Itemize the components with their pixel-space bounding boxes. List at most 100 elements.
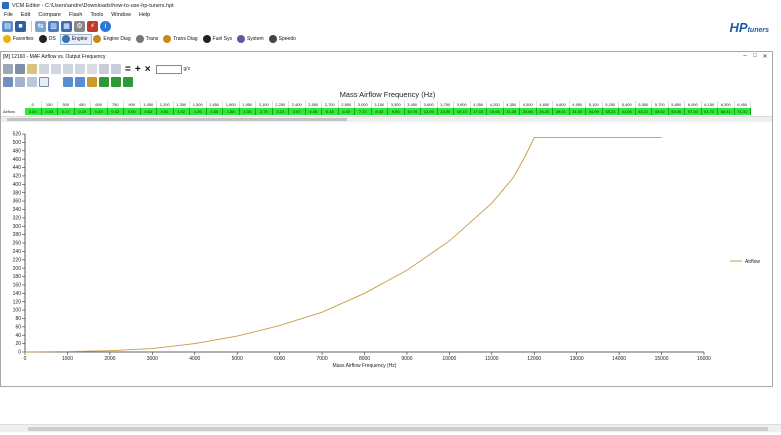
table-horizontal-scrollbar[interactable]	[1, 116, 772, 122]
interpolate-all-icon[interactable]	[99, 77, 109, 87]
interpolate-v-icon[interactable]	[75, 77, 85, 87]
smooth-icon[interactable]	[87, 77, 97, 87]
paste-table-icon[interactable]	[111, 64, 121, 74]
flash-icon[interactable]: ⚡	[87, 20, 98, 32]
table-cell[interactable]: 31.92	[569, 108, 586, 115]
tab-engine[interactable]: Engine	[59, 33, 93, 45]
table-cell[interactable]: 66.41	[718, 108, 735, 115]
select-icon[interactable]	[63, 64, 73, 74]
table-cell[interactable]: 23.66	[520, 108, 537, 115]
menu-compare[interactable]: Compare	[34, 12, 65, 18]
table-cell[interactable]: 21.26	[503, 108, 520, 115]
table-cell[interactable]: 17.03	[470, 108, 487, 115]
minimize-icon[interactable]: –	[740, 52, 750, 60]
tab-trans-diag[interactable]: Trans Diag	[162, 34, 201, 45]
fill-icon[interactable]	[75, 64, 85, 74]
table-scroll-thumb[interactable]	[7, 118, 347, 121]
refresh-icon[interactable]	[87, 64, 97, 74]
tab-favorites[interactable]: Favorites	[2, 34, 38, 45]
table-cell[interactable]: 2.30	[239, 108, 256, 115]
table-cell[interactable]: 0.25	[74, 108, 91, 115]
table-cell[interactable]: 0.50	[124, 108, 141, 115]
table-cell[interactable]: 45.21	[635, 108, 652, 115]
menu-file[interactable]: File	[0, 12, 17, 18]
table-cell[interactable]: 19.06	[487, 108, 504, 115]
close-icon[interactable]: ✕	[760, 52, 770, 60]
table-cell[interactable]: 57.20	[685, 108, 702, 115]
table-cell[interactable]: 1.02	[173, 108, 190, 115]
table-cell[interactable]: 34.99	[586, 108, 603, 115]
table-cell[interactable]: 4.48	[305, 108, 322, 115]
menu-tools[interactable]: Tools	[86, 12, 107, 18]
table-cell[interactable]: 61.72	[701, 108, 718, 115]
table-cell[interactable]: 1.55	[206, 108, 223, 115]
add-icon[interactable]: +	[135, 64, 141, 75]
menu-window[interactable]: Window	[107, 12, 135, 18]
paste-icon[interactable]	[27, 64, 37, 74]
print-icon[interactable]	[15, 64, 25, 74]
connect-icon[interactable]: ⚙	[74, 20, 85, 32]
tab-os[interactable]: OS	[38, 34, 60, 45]
table-cell[interactable]: 8.43	[371, 108, 388, 115]
read-icon[interactable]: ▥	[48, 20, 59, 32]
table-cell[interactable]: 0.62	[140, 108, 157, 115]
table-cell[interactable]: 6.40	[338, 108, 355, 115]
grid-view-icon[interactable]	[27, 77, 37, 87]
table-cell[interactable]: 0.33	[91, 108, 108, 115]
table-cell[interactable]: 53.06	[668, 108, 685, 115]
workspace-scroll-thumb[interactable]	[28, 427, 768, 431]
table-cell[interactable]: 1.26	[190, 108, 207, 115]
table-cell[interactable]: 3.87	[289, 108, 306, 115]
tab-fuel-sys[interactable]: Fuel Sys	[202, 34, 236, 45]
modify-value-input[interactable]	[155, 64, 182, 74]
smooth-all-icon[interactable]	[111, 77, 121, 87]
table-cell[interactable]: 49.02	[652, 108, 669, 115]
maximize-icon[interactable]: □	[750, 52, 760, 60]
table-cell[interactable]: 9.50	[388, 108, 405, 115]
tab-speedo[interactable]: Speedo	[268, 34, 300, 45]
table-cell[interactable]: 38.23	[602, 108, 619, 115]
table-cell[interactable]: 0.17	[58, 108, 75, 115]
table-cell[interactable]: 2.75	[256, 108, 273, 115]
table-cell[interactable]: 26.20	[536, 108, 553, 115]
tab-system[interactable]: System	[236, 34, 268, 45]
copy-icon[interactable]	[3, 64, 13, 74]
table-cell[interactable]: 3.23	[272, 108, 289, 115]
column-header: 3,750	[437, 101, 454, 108]
interpolate-h-icon[interactable]	[63, 77, 73, 87]
write-icon[interactable]: ▦	[61, 20, 72, 32]
table-cell[interactable]: 71.31	[734, 108, 751, 115]
save-icon[interactable]: ■	[15, 20, 26, 32]
undo-icon[interactable]	[39, 64, 49, 74]
table-cell[interactable]: 10.78	[404, 108, 421, 115]
multiply-icon[interactable]: ×	[145, 64, 151, 75]
compare-icon[interactable]: ⇆	[35, 20, 46, 32]
table-cell[interactable]: 12.09	[421, 108, 438, 115]
tab-engine-diag[interactable]: Engine Diag	[92, 34, 134, 45]
graph-view-icon[interactable]	[39, 77, 49, 87]
table-cell[interactable]: 0.81	[157, 108, 174, 115]
table-cell[interactable]: 13.55	[437, 108, 454, 115]
menu-help[interactable]: Help	[135, 12, 154, 18]
table-view-icon[interactable]	[3, 77, 13, 87]
set-equal-icon[interactable]: =	[125, 64, 131, 75]
table-cell[interactable]: 41.60	[619, 108, 636, 115]
info-icon[interactable]: i	[100, 20, 111, 32]
table-cell[interactable]: 0.05	[41, 108, 58, 115]
axis-edit-icon[interactable]	[123, 77, 133, 87]
workspace-horizontal-scrollbar[interactable]	[0, 424, 781, 432]
table-cell[interactable]: 1.88	[223, 108, 240, 115]
menu-edit[interactable]: Edit	[17, 12, 34, 18]
table-cell[interactable]: 0.42	[107, 108, 124, 115]
open-icon[interactable]: ▤	[2, 20, 13, 32]
menu-flash[interactable]: Flash	[65, 12, 86, 18]
tab-trans[interactable]: Trans	[135, 34, 163, 45]
copy-table-icon[interactable]	[99, 64, 109, 74]
table-cell[interactable]: 15.13	[454, 108, 471, 115]
table-cell[interactable]: 29.01	[553, 108, 570, 115]
split-view-icon[interactable]	[15, 77, 25, 87]
table-cell[interactable]: 5.18	[322, 108, 339, 115]
table-cell[interactable]: 7.37	[355, 108, 372, 115]
table-cell[interactable]: 0.00	[25, 108, 42, 115]
redo-icon[interactable]	[51, 64, 61, 74]
